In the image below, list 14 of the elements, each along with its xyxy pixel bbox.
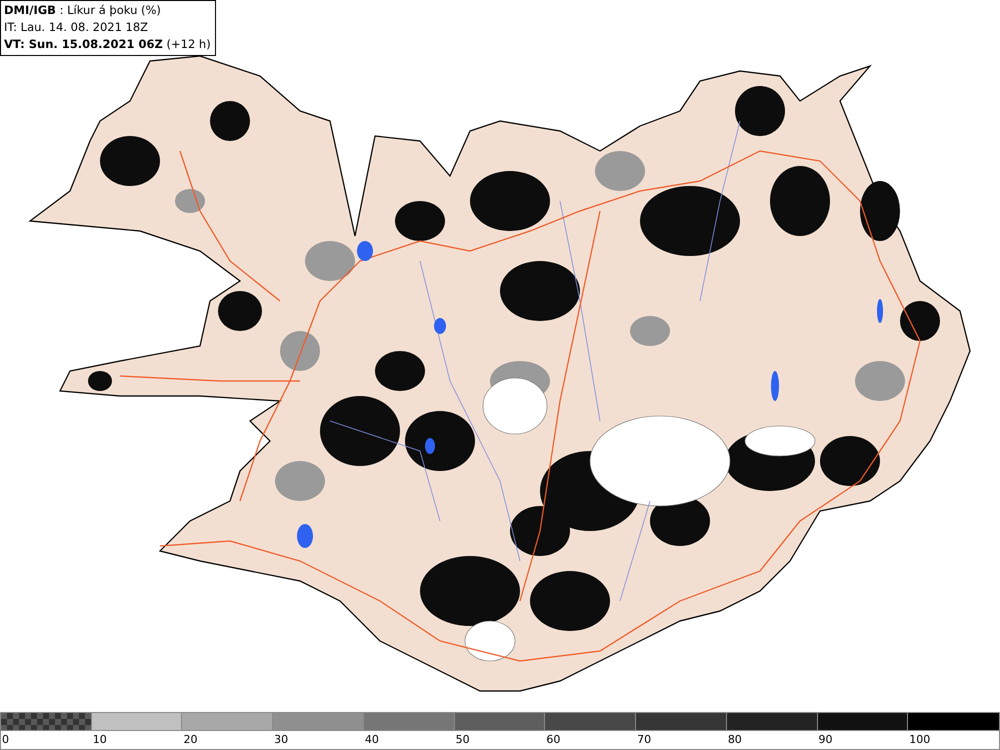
valid-time: VT: Sun. 15.08.2021 06Z (+12 h) bbox=[4, 36, 211, 53]
map-title: DMI/IGB : Líkur á þoku (%) bbox=[4, 2, 162, 19]
scale-label: 90 bbox=[818, 733, 833, 746]
scale-label: 10 bbox=[92, 733, 107, 746]
scale-label: 30 bbox=[274, 733, 288, 746]
scale-label: 80 bbox=[728, 733, 742, 746]
scale-label: 60 bbox=[546, 733, 560, 746]
scale-label: 100 bbox=[909, 733, 930, 746]
scale-label: 70 bbox=[637, 733, 652, 746]
scale-label: 20 bbox=[183, 733, 198, 746]
scale-label: 50 bbox=[456, 733, 470, 746]
scale-label: 0 bbox=[2, 733, 9, 746]
scale-label: 40 bbox=[364, 733, 379, 746]
issue-time: IT: Lau. 14. 08. 2021 18Z bbox=[4, 19, 150, 36]
